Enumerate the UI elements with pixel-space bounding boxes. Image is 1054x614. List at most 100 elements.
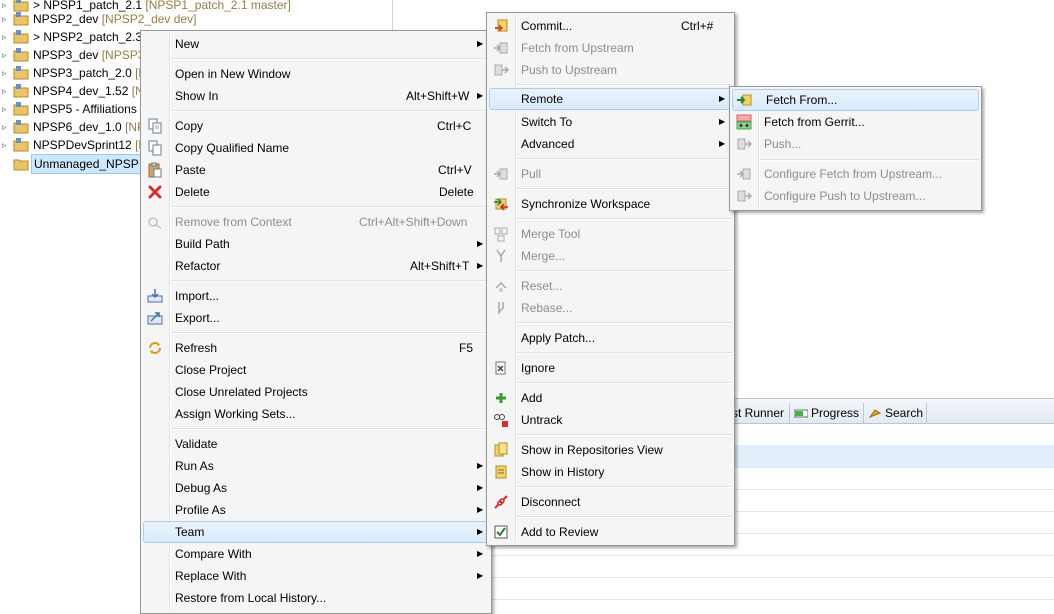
menu-item-advanced[interactable]: Advanced ▶ <box>489 133 732 155</box>
menu-item-show-in-history[interactable]: Show in History <box>489 461 732 483</box>
menu-item-build-path[interactable]: Build Path ▶ <box>143 233 489 255</box>
menu-item-remove-from-context[interactable]: Remove from Context Ctrl+Alt+Shift+Down <box>143 211 489 233</box>
menu-item-export[interactable]: Export... <box>143 307 489 329</box>
menu-label: Open in New Window <box>175 67 291 81</box>
menu-label: New <box>175 37 200 51</box>
configure-push-icon <box>737 190 752 202</box>
tree-item-label: NPSP3_patch_2.0 [N <box>33 66 147 80</box>
push-icon <box>494 64 509 76</box>
submenu-arrow-icon: ▶ <box>477 527 484 536</box>
menu-item-assign-working-sets[interactable]: Assign Working Sets... <box>143 403 489 425</box>
menu-item-disconnect[interactable]: Disconnect <box>489 491 732 513</box>
menu-label: Synchronize Workspace <box>521 197 651 211</box>
menu-item-configure-fetch[interactable]: Configure Fetch from Upstream... <box>732 163 979 185</box>
menu-item-refactor[interactable]: Refactor Alt+Shift+T ▶ <box>143 255 489 277</box>
rebase-icon <box>498 302 504 314</box>
tree-item-label: NPSP6_dev_1.0 [NPS <box>33 120 153 134</box>
menu-item-rebase[interactable]: Rebase... <box>489 297 732 319</box>
menu-item-debug-as[interactable]: Debug As ▶ <box>143 477 489 499</box>
tab-search[interactable]: Search <box>863 403 927 423</box>
menu-separator <box>171 58 489 60</box>
history-icon <box>495 465 507 479</box>
menu-item-merge[interactable]: Merge... <box>489 245 732 267</box>
paste-icon <box>148 162 162 178</box>
menu-accelerator: Alt+Shift+W <box>406 89 470 103</box>
expand-icon[interactable]: ▹ <box>2 64 10 82</box>
delete-icon <box>148 185 162 199</box>
menu-item-compare-with[interactable]: Compare With ▶ <box>143 543 489 565</box>
menu-item-add[interactable]: Add <box>489 387 732 409</box>
expand-icon[interactable]: ▹ <box>2 136 10 154</box>
menu-item-show-in[interactable]: Show In Alt+Shift+W ▶ <box>143 85 489 107</box>
menu-item-fetch-upstream[interactable]: Fetch from Upstream <box>489 37 732 59</box>
menu-label: Configure Fetch from Upstream... <box>764 167 943 181</box>
menu-item-validate[interactable]: Validate <box>143 433 489 455</box>
gerrit-icon <box>736 114 752 130</box>
merge-icon <box>496 249 506 262</box>
menu-item-ignore[interactable]: Ignore <box>489 357 732 379</box>
menu-item-fetch-from[interactable]: Fetch From... <box>732 89 979 111</box>
tab-test-runner[interactable]: st Runner <box>728 403 788 423</box>
menu-item-restore-local-history[interactable]: Restore from Local History... <box>143 587 489 609</box>
menu-label: Delete <box>175 185 210 199</box>
menu-item-fetch-from-gerrit[interactable]: Fetch from Gerrit... <box>732 111 979 133</box>
menu-label: Apply Patch... <box>521 331 596 345</box>
menu-separator <box>171 332 489 334</box>
project-folder-icon <box>13 12 29 26</box>
menu-item-merge-tool[interactable]: Merge Tool <box>489 223 732 245</box>
menu-item-push-upstream[interactable]: Push to Upstream <box>489 59 732 81</box>
menu-item-copy[interactable]: Copy Ctrl+C <box>143 115 489 137</box>
expand-icon[interactable]: ▹ <box>2 46 10 64</box>
menu-item-switch-to[interactable]: Switch To ▶ <box>489 111 732 133</box>
menu-separator <box>517 84 732 86</box>
menu-item-run-as[interactable]: Run As ▶ <box>143 455 489 477</box>
menu-item-paste[interactable]: Paste Ctrl+V <box>143 159 489 181</box>
menu-label: Advanced <box>521 137 575 151</box>
tab-progress[interactable]: Progress <box>789 403 863 423</box>
menu-label: Import... <box>175 289 220 303</box>
menu-separator <box>171 206 489 208</box>
menu-label: Add to Review <box>521 525 599 539</box>
menu-item-new[interactable]: New ▶ <box>143 33 489 55</box>
menu-item-close-project[interactable]: Close Project <box>143 359 489 381</box>
copy-icon <box>148 118 162 134</box>
menu-item-push[interactable]: Push... <box>732 133 979 155</box>
submenu-arrow-icon: ▶ <box>719 117 726 126</box>
menu-item-delete[interactable]: Delete Delete <box>143 181 489 203</box>
menu-item-remote[interactable]: Remote ▶ <box>489 88 732 110</box>
menu-label: Ignore <box>521 361 556 375</box>
menu-item-show-in-repositories[interactable]: Show in Repositories View <box>489 439 732 461</box>
menu-item-commit[interactable]: Commit... Ctrl+# <box>489 15 732 37</box>
tab-label: Search <box>885 406 924 420</box>
expand-icon[interactable]: ▹ <box>2 118 10 136</box>
menu-item-copy-qualified-name[interactable]: Copy Qualified Name <box>143 137 489 159</box>
menu-item-add-to-review[interactable]: Add to Review <box>489 521 732 543</box>
menu-item-close-unrelated-projects[interactable]: Close Unrelated Projects <box>143 381 489 403</box>
menu-separator <box>517 382 732 384</box>
menu-item-refresh[interactable]: Refresh F5 <box>143 337 489 359</box>
expand-icon[interactable]: ▹ <box>2 82 10 100</box>
menu-item-untrack[interactable]: Untrack <box>489 409 732 431</box>
menu-accelerator: Ctrl+# <box>681 19 714 33</box>
menu-item-replace-with[interactable]: Replace With ▶ <box>143 565 489 587</box>
menu-item-reset[interactable]: Reset... <box>489 275 732 297</box>
menu-label: Fetch From... <box>766 93 838 107</box>
fetch-icon <box>494 42 508 54</box>
menu-separator <box>171 110 489 112</box>
menu-item-import[interactable]: Import... <box>143 285 489 307</box>
menu-item-profile-as[interactable]: Profile As ▶ <box>143 499 489 521</box>
menu-item-configure-push[interactable]: Configure Push to Upstream... <box>732 185 979 207</box>
project-folder-icon <box>13 30 29 44</box>
menu-item-team[interactable]: Team ▶ <box>143 521 489 543</box>
tree-item-label: Unmanaged_NPSP [ <box>31 154 149 174</box>
menu-label: Configure Push to Upstream... <box>764 189 926 203</box>
menu-label: Close Unrelated Projects <box>175 385 308 399</box>
submenu-arrow-icon: ▶ <box>477 571 484 580</box>
expand-icon[interactable]: ▹ <box>2 28 10 46</box>
menu-item-open-new-window[interactable]: Open in New Window <box>143 63 489 85</box>
menu-item-apply-patch[interactable]: Apply Patch... <box>489 327 732 349</box>
expand-icon[interactable]: ▹ <box>2 100 10 118</box>
menu-item-pull[interactable]: Pull <box>489 163 732 185</box>
expand-icon[interactable]: ▹ <box>2 10 10 28</box>
menu-item-synchronize-workspace[interactable]: Synchronize Workspace <box>489 193 732 215</box>
